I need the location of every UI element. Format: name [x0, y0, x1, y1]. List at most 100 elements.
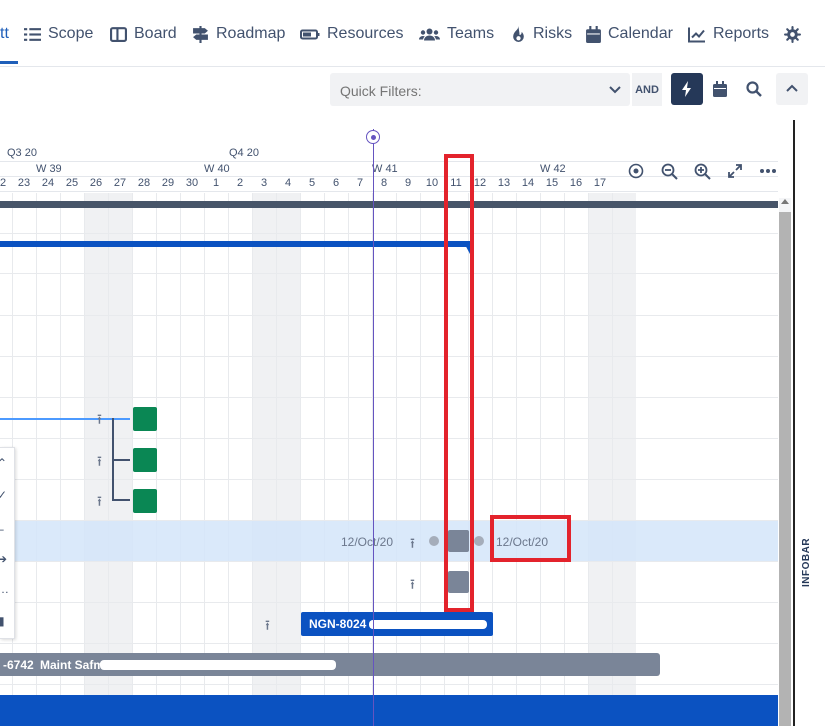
task-block[interactable]: [133, 489, 157, 513]
target-icon: [628, 163, 644, 179]
issue-title: Maint Safm: [40, 658, 105, 672]
day-label: 9: [404, 177, 412, 189]
scroll-up-arrow[interactable]: [781, 199, 789, 204]
more-icon: [760, 169, 776, 173]
day-label: 13: [497, 177, 511, 189]
day-label: 2: [236, 177, 244, 189]
issue-key: NGN-8024: [309, 617, 367, 631]
row-divider: [0, 602, 778, 603]
row-divider: [0, 315, 778, 316]
tab-board[interactable]: Board: [110, 22, 177, 46]
day-label: 26: [89, 177, 103, 189]
quick-filters[interactable]: [330, 73, 630, 108]
upload-arrow-icon[interactable]: ⭱: [97, 409, 102, 433]
tab-scope[interactable]: Scope: [24, 22, 93, 46]
infobar-panel[interactable]: [793, 120, 825, 726]
signpost-icon: [193, 25, 208, 43]
day-label: 8: [380, 177, 388, 189]
row-divider: [0, 643, 778, 644]
issue-bar[interactable]: NGN-8024: [301, 612, 493, 636]
tab-calendar[interactable]: Calendar: [586, 22, 673, 46]
epic-bar[interactable]: [0, 241, 470, 247]
tab-roadmap[interactable]: Roadmap: [192, 22, 285, 46]
redacted-text: [369, 620, 487, 629]
zoom-out-icon: [661, 163, 678, 180]
tab-teams[interactable]: Teams: [419, 22, 494, 46]
row-divider: [0, 479, 778, 480]
expand-button[interactable]: [720, 156, 750, 186]
tab-gantt[interactable]: tt: [0, 22, 9, 46]
infobar-label[interactable]: INFOBAR: [801, 538, 812, 587]
chart-line-icon: [688, 27, 705, 42]
row-divider: [0, 561, 778, 562]
list-icon: [24, 27, 41, 41]
day-label: 25: [65, 177, 79, 189]
tab-risks[interactable]: Risks: [511, 22, 572, 46]
zoom-out-button[interactable]: [654, 156, 684, 186]
task-block[interactable]: [133, 448, 157, 472]
chevron-up-icon: [786, 84, 798, 92]
day-label: 6: [332, 177, 340, 189]
day-label: 5: [308, 177, 316, 189]
upload-arrow-icon[interactable]: ⭱: [410, 574, 415, 598]
annotation-highlight: [444, 154, 474, 612]
row-action-toolbox[interactable]: ⌃ ✓ – ➔ … ▮: [0, 447, 15, 639]
week-label: W 39: [36, 163, 62, 175]
scrollbar-thumb[interactable]: [779, 212, 791, 726]
dependency-line: [112, 459, 130, 461]
bolt-button[interactable]: [671, 73, 703, 105]
quarter-label: Q3 20: [7, 147, 37, 159]
and-toggle-button[interactable]: AND: [632, 73, 662, 106]
header-divider: [0, 191, 778, 192]
dependency-handle[interactable]: [474, 536, 484, 546]
issue-bar[interactable]: -6742 Maint Safm: [0, 653, 660, 676]
day-label: 29: [161, 177, 175, 189]
tab-resources[interactable]: Resources: [300, 22, 403, 46]
check-icon[interactable]: ✓: [0, 488, 7, 502]
upload-arrow-icon[interactable]: ⭱: [97, 451, 102, 475]
arrow-right-icon[interactable]: ➔: [0, 552, 7, 566]
week-label: W 41: [372, 163, 398, 175]
day-label: 7: [356, 177, 364, 189]
trash-icon[interactable]: ▮: [0, 614, 5, 628]
dash-icon[interactable]: –: [0, 522, 4, 536]
today-line: [373, 129, 374, 726]
upload-arrow-icon[interactable]: ⭱: [265, 615, 270, 639]
task-block[interactable]: [133, 407, 157, 431]
top-nav: tt Scope Board Roadmap Resources Teams R…: [0, 0, 825, 67]
day-label: 27: [113, 177, 127, 189]
redacted-text: [100, 660, 336, 670]
active-tab-indicator: [0, 61, 18, 64]
quick-filters-input[interactable]: [330, 73, 612, 108]
dependency-line: [112, 499, 130, 501]
zoom-in-button[interactable]: [687, 156, 717, 186]
tab-gantt-label: tt: [0, 25, 9, 42]
row-divider: [0, 273, 778, 274]
row-divider: [0, 397, 778, 398]
tab-calendar-label: Calendar: [608, 25, 673, 42]
more-button[interactable]: [753, 156, 783, 186]
chevron-up-icon[interactable]: ⌃: [0, 456, 7, 470]
tab-roadmap-label: Roadmap: [216, 25, 286, 42]
tab-reports[interactable]: Reports: [688, 22, 769, 46]
center-today-button[interactable]: [621, 156, 651, 186]
day-label: 16: [569, 177, 583, 189]
calendar-button[interactable]: [704, 73, 736, 105]
day-label: 1: [212, 177, 220, 189]
calendar-icon: [713, 81, 727, 97]
settings-button[interactable]: [784, 22, 801, 46]
upload-arrow-icon[interactable]: ⭱: [410, 533, 415, 557]
summary-bar[interactable]: [0, 201, 778, 208]
collapse-button[interactable]: [776, 73, 808, 105]
today-marker[interactable]: [366, 130, 380, 144]
upload-arrow-icon[interactable]: ⭱: [97, 491, 102, 515]
battery-icon: [300, 29, 320, 39]
more-icon[interactable]: …: [0, 582, 9, 596]
users-icon: [419, 28, 440, 40]
day-label: 30: [185, 177, 199, 189]
board-icon: [110, 26, 127, 42]
dependency-handle[interactable]: [429, 536, 439, 546]
bottom-bar[interactable]: [0, 695, 778, 726]
search-button[interactable]: [738, 73, 770, 105]
day-label: 3: [260, 177, 268, 189]
